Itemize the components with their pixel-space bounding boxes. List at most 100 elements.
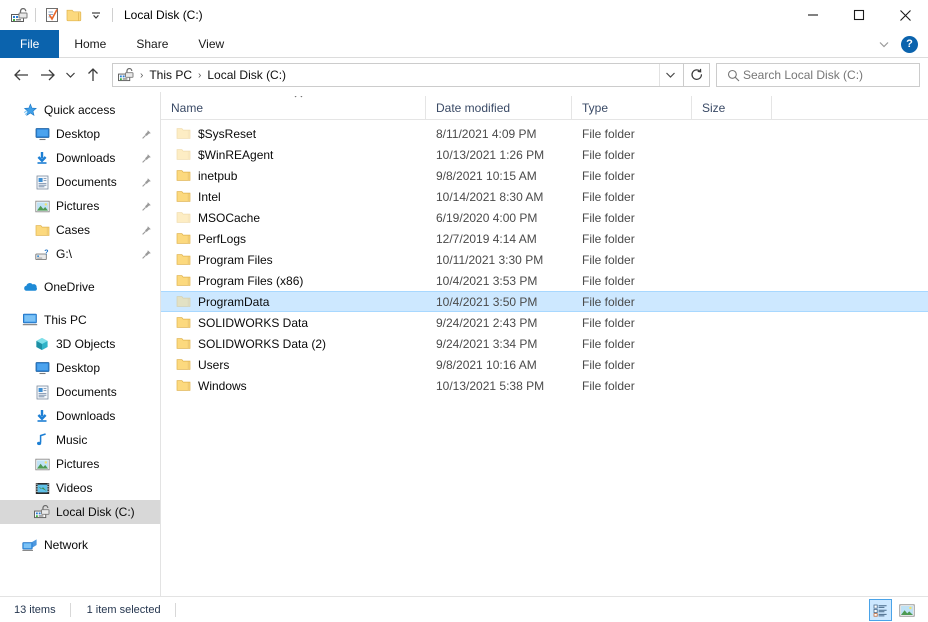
chevron-down-icon[interactable]	[659, 64, 681, 86]
sidebar-item-onedrive[interactable]: OneDrive	[0, 275, 160, 299]
sidebar-item-quick-access[interactable]: Quick access	[0, 98, 160, 122]
forward-button[interactable]	[34, 62, 60, 88]
chevron-down-icon[interactable]	[875, 33, 893, 55]
onedrive-cloud-icon	[22, 279, 38, 295]
pin-icon[interactable]	[140, 200, 152, 212]
sidebar-item-pictures-qa[interactable]: Pictures	[0, 194, 160, 218]
pin-icon[interactable]	[140, 152, 152, 164]
folder-icon	[175, 378, 191, 394]
navigation-pane[interactable]: Quick access Desktop Downloads Documents…	[0, 92, 161, 596]
pin-icon[interactable]	[140, 128, 152, 140]
sidebar-item-music[interactable]: Music	[0, 428, 160, 452]
table-row[interactable]: SOLIDWORKS Data 9/24/2021 2:43 PM File f…	[161, 312, 928, 333]
selection-count-label: 1 item selected	[86, 603, 161, 616]
sidebar-label: 3D Objects	[56, 337, 116, 351]
file-name: ProgramData	[198, 294, 270, 309]
table-row[interactable]: SOLIDWORKS Data (2) 9/24/2021 3:34 PM Fi…	[161, 333, 928, 354]
recent-locations-button[interactable]	[60, 62, 80, 88]
column-header-name[interactable]: Name	[161, 96, 426, 119]
tab-file[interactable]: File	[0, 30, 60, 58]
file-name: Windows	[198, 378, 247, 393]
breadcrumb-bar[interactable]: › This PC › Local Disk (C:)	[112, 63, 684, 87]
maximize-button[interactable]	[836, 0, 882, 30]
file-date-modified: 8/11/2021 4:09 PM	[436, 126, 537, 141]
sidebar-item-pictures[interactable]: Pictures	[0, 452, 160, 476]
sidebar-item-network[interactable]: Network	[0, 533, 160, 557]
sidebar-item-cases[interactable]: Cases	[0, 218, 160, 242]
folder-icon	[175, 231, 191, 247]
table-row[interactable]: $SysReset 8/11/2021 4:09 PM File folder	[161, 123, 928, 144]
toolbar-divider-2	[112, 8, 113, 22]
nav-group-gap-3	[0, 524, 160, 533]
sidebar-item-desktop[interactable]: Desktop	[0, 356, 160, 380]
table-row[interactable]: MSOCache 6/19/2020 4:00 PM File folder	[161, 207, 928, 228]
sidebar-item-desktop-qa[interactable]: Desktop	[0, 122, 160, 146]
search-icon	[723, 69, 743, 82]
table-row[interactable]: Windows 10/13/2021 5:38 PM File folder	[161, 375, 928, 396]
sidebar-item-downloads-qa[interactable]: Downloads	[0, 146, 160, 170]
table-row[interactable]: $WinREAgent 10/13/2021 1:26 PM File fold…	[161, 144, 928, 165]
up-button[interactable]	[80, 62, 106, 88]
sidebar-item-this-pc[interactable]: This PC	[0, 308, 160, 332]
help-button[interactable]: ?	[901, 35, 918, 53]
column-header-label: Type	[582, 100, 609, 115]
refresh-button[interactable]	[684, 63, 710, 87]
breadcrumb-separator-1[interactable]: ›	[195, 70, 204, 81]
breadcrumb-this-pc[interactable]: This PC	[146, 68, 195, 82]
table-row[interactable]: Intel 10/14/2021 8:30 AM File folder	[161, 186, 928, 207]
pin-icon[interactable]	[140, 176, 152, 188]
address-bar: › This PC › Local Disk (C:) Search Local…	[0, 58, 928, 92]
column-header-type[interactable]: Type	[572, 96, 692, 119]
details-view-button[interactable]	[869, 599, 892, 621]
sidebar-label: Downloads	[56, 409, 116, 423]
tab-home[interactable]: Home	[59, 30, 121, 58]
breadcrumb-local-disk[interactable]: Local Disk (C:)	[204, 68, 289, 82]
sidebar-item-g-drive[interactable]: ? G:\	[0, 242, 160, 266]
large-icons-view-button[interactable]	[895, 599, 918, 621]
close-button[interactable]	[882, 0, 928, 30]
breadcrumb-separator-0[interactable]: ›	[137, 70, 146, 81]
sidebar-label: Music	[56, 433, 88, 447]
documents-icon	[34, 384, 50, 400]
sidebar-item-3d-objects[interactable]: 3D Objects	[0, 332, 160, 356]
customize-chevron-icon[interactable]	[85, 4, 107, 26]
file-list-pane[interactable]: Name Date modified Type Size $SysReset 8…	[161, 92, 928, 596]
drive-properties-icon[interactable]	[8, 4, 30, 26]
table-row[interactable]: PerfLogs 12/7/2019 4:14 AM File folder	[161, 228, 928, 249]
column-header-label: Date modified	[436, 100, 511, 115]
file-name: SOLIDWORKS Data (2)	[198, 336, 327, 351]
table-row[interactable]: ProgramData 10/4/2021 3:50 PM File folde…	[161, 291, 928, 312]
table-row[interactable]: Users 9/8/2021 10:16 AM File folder	[161, 354, 928, 375]
svg-text:?: ?	[44, 249, 48, 256]
music-icon	[34, 432, 50, 448]
new-folder-icon[interactable]	[63, 4, 85, 26]
column-header-size[interactable]: Size	[692, 96, 772, 119]
table-row[interactable]: inetpub 9/8/2021 10:15 AM File folder	[161, 165, 928, 186]
tab-view[interactable]: View	[183, 30, 239, 58]
tab-share[interactable]: Share	[121, 30, 183, 58]
column-header-date-modified[interactable]: Date modified	[426, 96, 572, 119]
folder-icon	[175, 126, 191, 142]
search-input[interactable]: Search Local Disk (C:)	[743, 68, 863, 82]
sidebar-item-documents[interactable]: Documents	[0, 380, 160, 404]
pin-icon[interactable]	[140, 224, 152, 236]
table-row[interactable]: Program Files (x86) 10/4/2021 3:53 PM Fi…	[161, 270, 928, 291]
properties-checklist-icon[interactable]	[41, 4, 63, 26]
sidebar-item-downloads[interactable]: Downloads	[0, 404, 160, 428]
sidebar-item-local-disk-c[interactable]: Local Disk (C:)	[0, 500, 160, 524]
table-row[interactable]: Program Files 10/11/2021 3:30 PM File fo…	[161, 249, 928, 270]
sidebar-item-documents-qa[interactable]: Documents	[0, 170, 160, 194]
folder-icon	[175, 168, 191, 184]
search-box[interactable]: Search Local Disk (C:)	[716, 63, 920, 87]
pictures-icon	[34, 456, 50, 472]
minimize-button[interactable]	[790, 0, 836, 30]
file-name: Program Files (x86)	[198, 273, 304, 288]
pin-icon[interactable]	[140, 248, 152, 260]
file-rows[interactable]: $SysReset 8/11/2021 4:09 PM File folder …	[161, 120, 928, 596]
file-date-modified: 9/24/2021 3:34 PM	[436, 336, 538, 351]
file-name: $WinREAgent	[198, 147, 274, 162]
back-button[interactable]	[8, 62, 34, 88]
folder-icon	[175, 210, 191, 226]
sidebar-item-videos[interactable]: Videos	[0, 476, 160, 500]
file-type: File folder	[582, 168, 635, 183]
